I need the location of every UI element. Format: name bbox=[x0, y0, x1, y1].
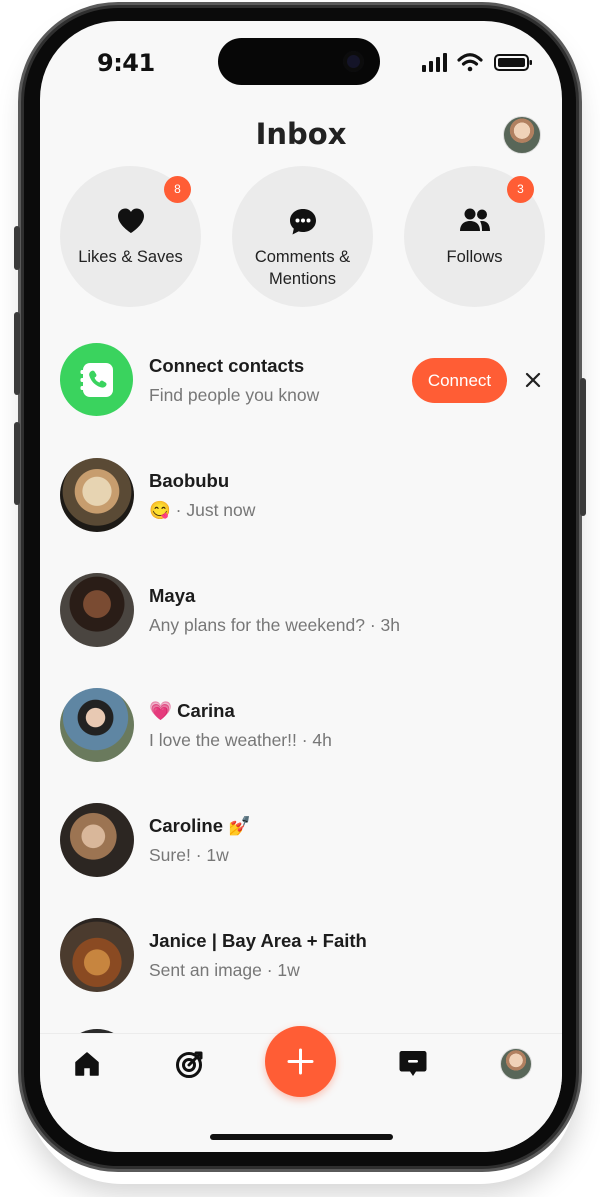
contact-name: Caroline 💅 bbox=[149, 815, 252, 836]
avatar bbox=[60, 458, 134, 532]
power-button bbox=[580, 378, 586, 516]
conversation-row[interactable]: Caroline 💅 Sure! · 1w bbox=[60, 803, 550, 877]
home-icon[interactable] bbox=[73, 1050, 101, 1078]
conversation-row[interactable]: 💗 Carina I love the weather!! · 4h bbox=[60, 688, 550, 762]
likes-saves-label: Likes & Saves bbox=[78, 248, 183, 266]
status-icons bbox=[422, 53, 532, 72]
likes-badge: 8 bbox=[164, 176, 191, 203]
conversation-row[interactable]: Baobubu 😋 · Just now bbox=[60, 458, 550, 532]
message-preview: Sent an image · 1w bbox=[149, 960, 300, 980]
comments-mentions-card[interactable]: Comments & Mentions bbox=[232, 166, 373, 307]
contact-name: Maya bbox=[149, 585, 196, 606]
contact-name: 💗 Carina bbox=[149, 700, 235, 721]
home-indicator bbox=[210, 1134, 393, 1140]
volume-down-button bbox=[14, 422, 20, 505]
avatar bbox=[60, 918, 134, 992]
close-icon[interactable] bbox=[523, 370, 543, 390]
conversation-row[interactable]: Janice | Bay Area + Faith Sent an image … bbox=[60, 918, 550, 992]
connect-button[interactable]: Connect bbox=[412, 358, 507, 403]
people-icon bbox=[459, 208, 490, 231]
follows-label: Follows bbox=[446, 248, 503, 266]
message-icon[interactable] bbox=[398, 1049, 428, 1079]
dynamic-island bbox=[218, 38, 380, 85]
comments-mentions-label: Comments & Mentions bbox=[254, 248, 351, 288]
profile-avatar[interactable] bbox=[503, 116, 541, 154]
connect-contacts-row[interactable]: Connect contacts Find people you know Co… bbox=[60, 343, 550, 417]
add-button[interactable] bbox=[265, 1026, 336, 1097]
contacts-book-icon bbox=[60, 343, 133, 416]
profile-avatar[interactable] bbox=[500, 1048, 532, 1080]
connect-subtitle: Find people you know bbox=[149, 385, 320, 405]
message-preview: Sure! · 1w bbox=[149, 845, 229, 865]
target-icon[interactable] bbox=[174, 1048, 206, 1080]
battery-icon bbox=[494, 54, 532, 71]
contact-name: Baobubu bbox=[149, 470, 230, 491]
conversation-row[interactable]: Maya Any plans for the weekend? · 3h bbox=[60, 573, 550, 647]
volume-up-button bbox=[14, 312, 20, 395]
status-time: 9:41 bbox=[97, 49, 155, 77]
follows-badge: 3 bbox=[507, 176, 534, 203]
wifi-icon bbox=[457, 53, 483, 72]
chat-bubble-icon bbox=[289, 209, 316, 235]
avatar bbox=[60, 803, 134, 877]
heart-icon bbox=[117, 208, 144, 233]
cellular-signal-icon bbox=[422, 53, 447, 72]
message-preview: I love the weather!! · 4h bbox=[149, 730, 332, 750]
avatar bbox=[60, 573, 134, 647]
front-camera bbox=[343, 51, 364, 72]
message-preview: Any plans for the weekend? · 3h bbox=[149, 615, 400, 635]
connect-title: Connect contacts bbox=[149, 355, 305, 376]
message-preview: 😋 · Just now bbox=[149, 500, 256, 520]
add-icon bbox=[287, 1048, 314, 1075]
avatar bbox=[60, 688, 134, 762]
contact-name: Janice | Bay Area + Faith bbox=[149, 930, 367, 951]
action-button bbox=[14, 226, 20, 270]
page-title: Inbox bbox=[255, 117, 347, 151]
app-screen: 9:41 Inbox Likes & Saves 8 Comments & Me… bbox=[40, 21, 562, 1152]
